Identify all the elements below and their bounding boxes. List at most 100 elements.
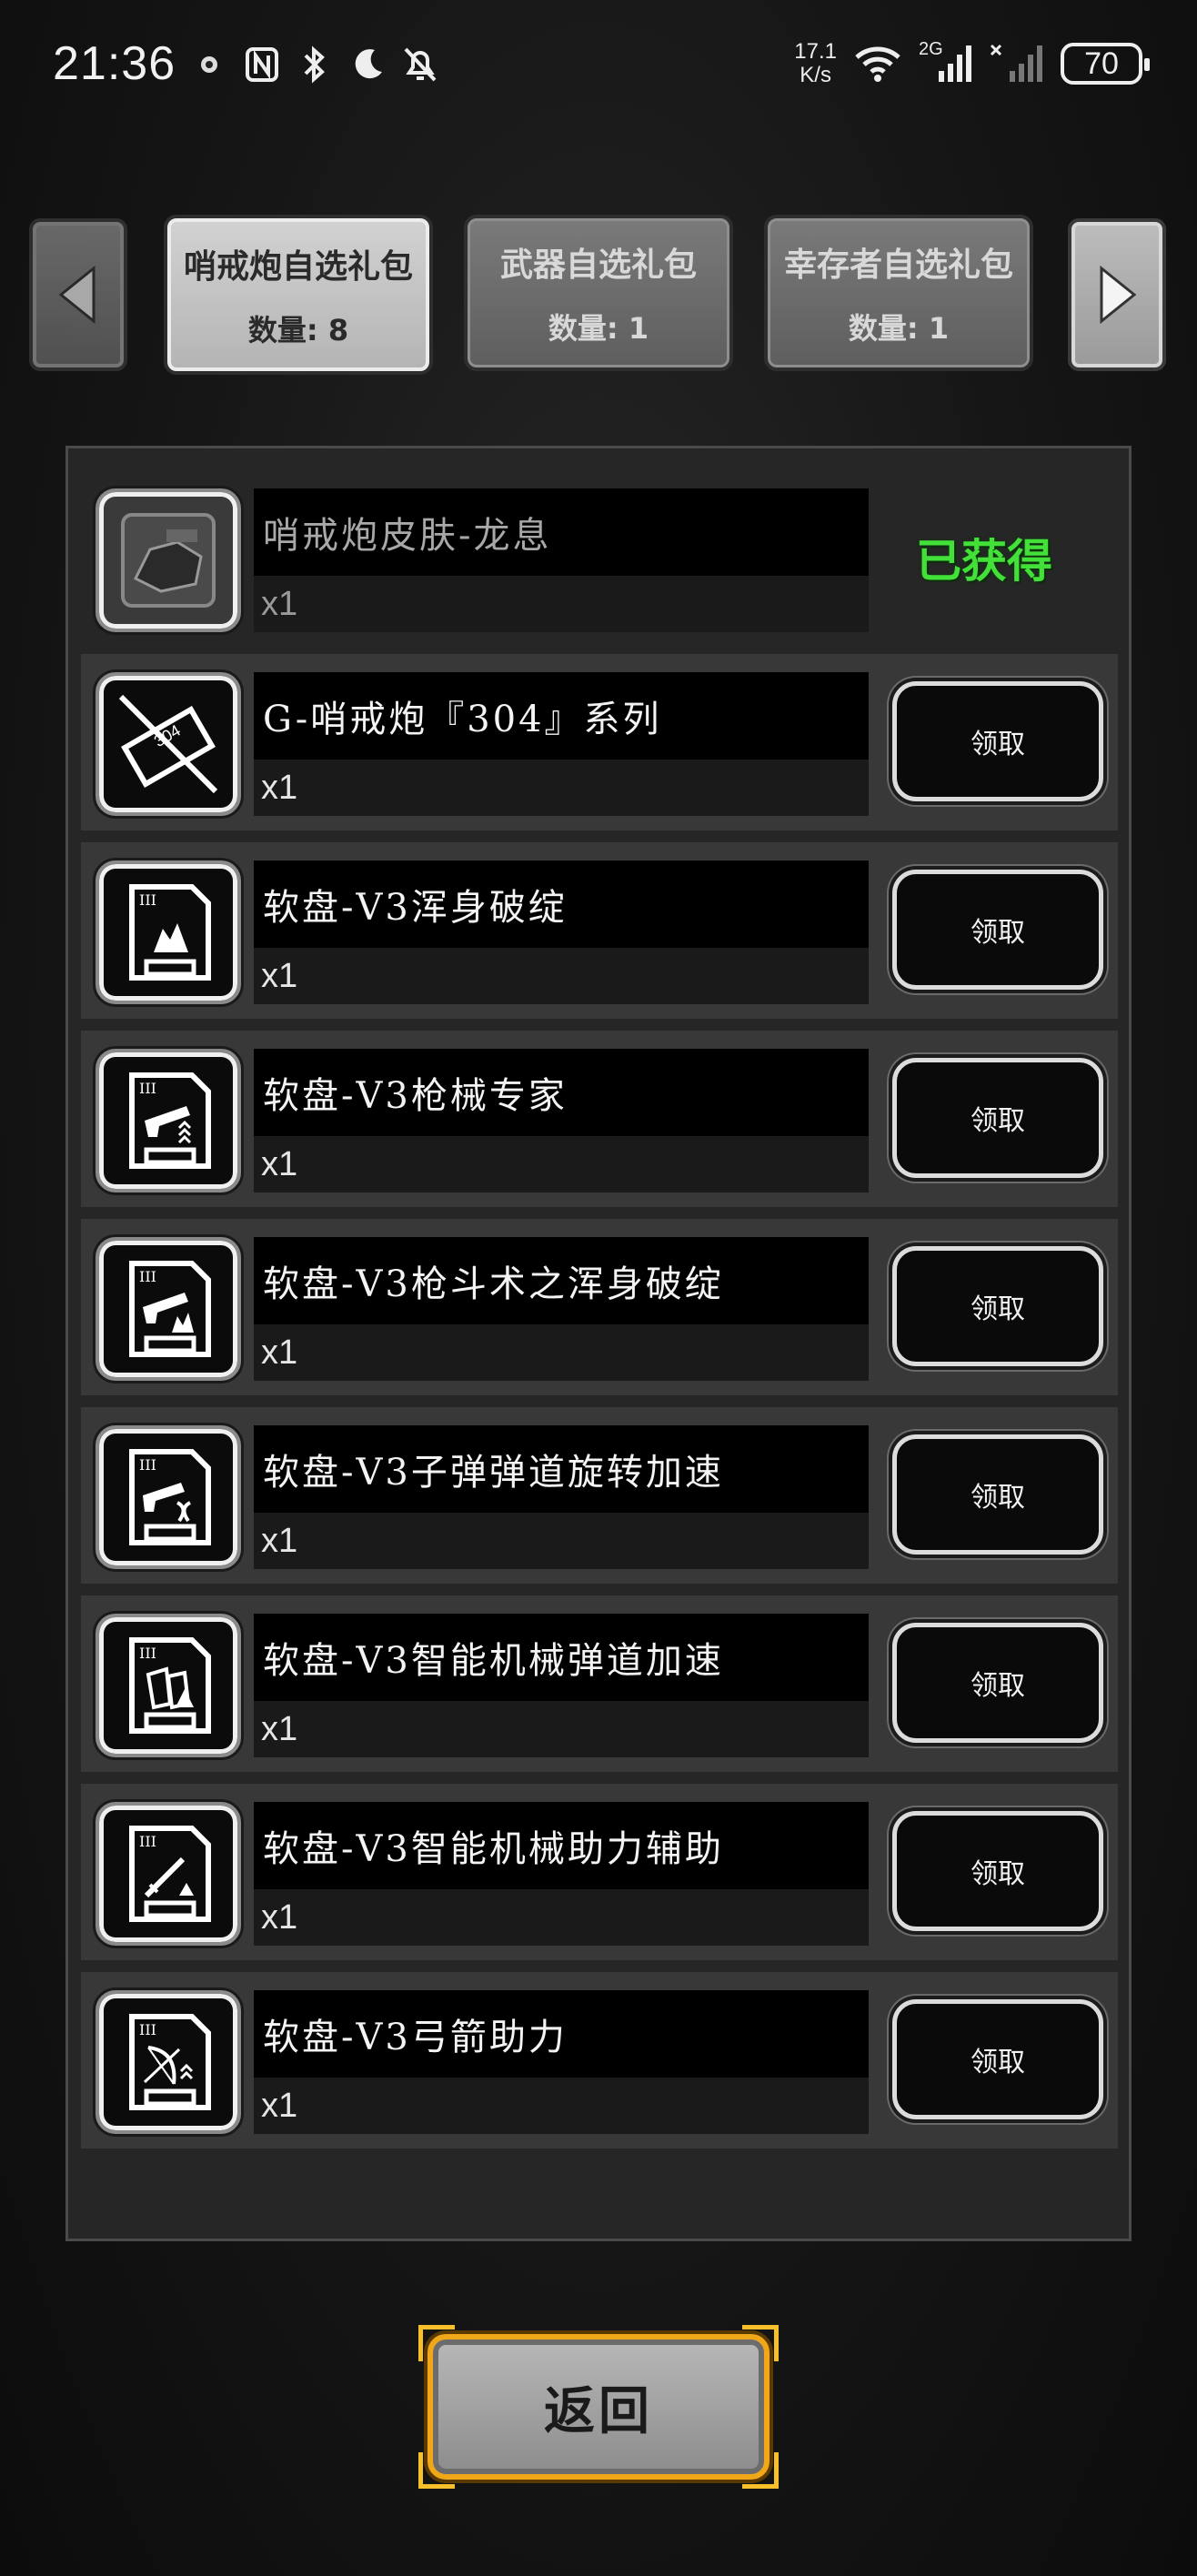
claim-button[interactable]: 领取 <box>892 1999 1103 2119</box>
item-name: 软盘-V3子弹弹道旋转加速 <box>263 1452 724 1494</box>
tab-name: 哨戒炮自选礼包 <box>183 248 413 286</box>
claim-button-label: 领取 <box>971 729 1025 760</box>
svg-text:III: III <box>139 1645 156 1662</box>
tab-weapon-pack[interactable]: 武器自选礼包 数量: 1 <box>464 215 733 371</box>
claim-button-label: 领取 <box>971 1670 1025 1702</box>
svg-text:III: III <box>139 1268 156 1285</box>
corner-ornament <box>418 2452 455 2489</box>
tab-name: 幸存者自选礼包 <box>783 247 1013 284</box>
claim-button-label: 领取 <box>971 1105 1025 1137</box>
item-qty-box: x1 <box>254 760 869 816</box>
list-item: III 软盘-V3智能机械助力辅助 x1 领取 <box>81 1784 1118 1960</box>
prev-tab-button[interactable] <box>29 218 127 371</box>
back-button[interactable]: 返回 <box>418 2325 779 2489</box>
item-name: 软盘-V3枪械专家 <box>263 1075 568 1117</box>
list-item: III 软盘-V3枪斗术之浑身破绽 x1 领取 <box>81 1219 1118 1395</box>
floppy-gun-kata-icon: III <box>96 1237 241 1381</box>
status-time: 21:36 <box>53 37 176 90</box>
item-quantity: x1 <box>261 956 298 995</box>
item-name-box: 软盘-V3子弹弹道旋转加速 <box>254 1425 869 1513</box>
claim-button-label: 领取 <box>971 1482 1025 1514</box>
corner-ornament <box>742 2325 779 2361</box>
tab-count: 数量: 8 <box>247 313 349 347</box>
item-name-box: 软盘-V3浑身破绽 <box>254 860 869 948</box>
list-item: III 软盘-V3智能机械弹道加速 x1 领取 <box>81 1595 1118 1772</box>
turret-304-icon: 304 <box>96 672 241 816</box>
claim-button[interactable]: 领取 <box>892 1623 1103 1743</box>
item-name: 软盘-V3枪斗术之浑身破绽 <box>263 1263 724 1305</box>
item-name-box: 软盘-V3枪斗术之浑身破绽 <box>254 1237 869 1324</box>
item-name-box: 软盘-V3智能机械助力辅助 <box>254 1802 869 1889</box>
signal-label: 2G <box>919 39 943 59</box>
status-right-icons: 17.1 K/s 2G 70 <box>794 39 1150 87</box>
gift-pack-tabs: 哨戒炮自选礼包 数量: 8 武器自选礼包 数量: 1 幸存者自选礼包 数量: 1 <box>0 215 1197 378</box>
nfc-icon <box>244 44 280 86</box>
obtained-label: 已获得 <box>916 535 1052 588</box>
floppy-gun-expert-icon: III <box>96 1049 241 1192</box>
turret-skin-icon <box>96 488 241 632</box>
net-speed-value: 17.1 <box>794 39 837 64</box>
tab-survivor-pack[interactable]: 幸存者自选礼包 数量: 1 <box>764 215 1033 371</box>
item-quantity: x1 <box>261 584 298 623</box>
claim-button[interactable]: 领取 <box>892 1434 1103 1555</box>
item-qty-box: x1 <box>254 1324 869 1381</box>
tab-count: 数量: 1 <box>848 311 950 346</box>
item-name: 软盘-V3浑身破绽 <box>263 887 568 929</box>
claim-button[interactable]: 领取 <box>892 1811 1103 1931</box>
arrow-left-icon <box>58 265 96 325</box>
claim-button[interactable]: 领取 <box>892 1058 1103 1178</box>
item-qty-box: x1 <box>254 1701 869 1757</box>
claim-button-label: 领取 <box>971 917 1025 949</box>
floppy-flaw-icon: III <box>96 860 241 1004</box>
item-qty-box: x1 <box>254 1889 869 1946</box>
next-tab-button[interactable] <box>1068 218 1166 371</box>
list-item: III 软盘-V3浑身破绽 x1 领取 <box>81 842 1118 1019</box>
net-speed-unit: K/s <box>800 63 831 87</box>
battery-level: 70 <box>1084 45 1119 81</box>
bell-off-icon <box>402 44 438 86</box>
svg-text:III: III <box>139 2021 156 2038</box>
item-name-box: 软盘-V3智能机械弹道加速 <box>254 1614 869 1701</box>
claim-button-label: 领取 <box>971 2047 1025 2078</box>
corner-ornament <box>418 2325 455 2361</box>
item-quantity: x1 <box>261 1521 298 1560</box>
item-name: 软盘-V3弓箭助力 <box>263 2017 568 2058</box>
item-quantity: x1 <box>261 1333 298 1372</box>
item-name: 哨戒炮皮肤-龙息 <box>263 515 552 557</box>
list-item: 304 G-哨戒炮『304』系列 x1 领取 <box>81 654 1118 830</box>
status-bar: 21:36 17.1 K/s 2G 70 <box>0 0 1197 136</box>
item-qty-box: x1 <box>254 2078 869 2134</box>
floppy-bow-icon: III <box>96 1990 241 2134</box>
floppy-smart-ballistic-icon: III <box>96 1614 241 1757</box>
tab-sentry-gun-pack[interactable]: 哨戒炮自选礼包 数量: 8 <box>164 215 433 375</box>
wifi-icon <box>853 43 902 85</box>
item-qty-box: x1 <box>254 1513 869 1569</box>
back-button-label: 返回 <box>544 2381 653 2441</box>
bluetooth-icon <box>297 44 333 86</box>
claim-button[interactable]: 领取 <box>892 870 1103 990</box>
list-item: III 软盘-V3弓箭助力 x1 领取 <box>81 1972 1118 2148</box>
item-name-box: G-哨戒炮『304』系列 <box>254 672 869 760</box>
arrow-right-icon <box>1100 265 1137 325</box>
moon-icon <box>349 44 386 86</box>
floppy-smart-assist-icon: III <box>96 1802 241 1946</box>
battery-icon: 70 <box>1061 43 1150 85</box>
item-name: 软盘-V3智能机械弹道加速 <box>263 1640 724 1682</box>
item-name-box: 软盘-V3弓箭助力 <box>254 1990 869 2078</box>
net-speed: 17.1 K/s <box>794 40 837 87</box>
no-signal-icon <box>990 43 1044 85</box>
item-qty-box: x1 <box>254 576 869 632</box>
svg-text:III: III <box>139 1080 156 1097</box>
item-quantity: x1 <box>261 1709 298 1748</box>
item-quantity: x1 <box>261 1897 298 1937</box>
item-name-box: 哨戒炮皮肤-龙息 <box>254 488 869 576</box>
claim-button[interactable]: 领取 <box>892 1246 1103 1366</box>
item-name-box: 软盘-V3枪械专家 <box>254 1049 869 1136</box>
item-name: G-哨戒炮『304』系列 <box>263 699 662 740</box>
claim-button[interactable]: 领取 <box>892 681 1103 801</box>
list-item: III 软盘-V3子弹弹道旋转加速 x1 领取 <box>81 1407 1118 1584</box>
floppy-bullet-spin-icon: III <box>96 1425 241 1569</box>
item-quantity: x1 <box>261 768 298 807</box>
tab-count: 数量: 1 <box>548 311 649 346</box>
svg-text:III: III <box>139 891 156 909</box>
